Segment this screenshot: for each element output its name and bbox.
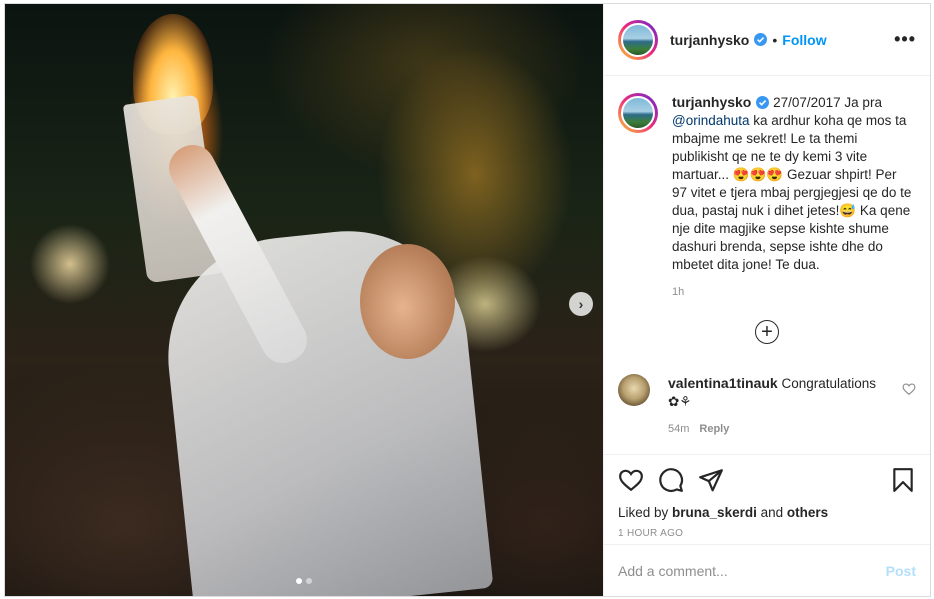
comments-section[interactable]: turjanhysko 27/07/2017 Ja pra @orindahut… [604,77,930,454]
post-comment-button[interactable]: Post [886,563,916,579]
post-timestamp[interactable]: 1 HOUR AGO [618,528,916,539]
post-header: turjanhysko • Follow ••• [604,4,930,76]
carousel-dot [306,578,312,584]
caption-body: ka ardhur koha qe mos ta mbajme me sekre… [672,113,912,272]
carousel-next-button[interactable]: › [569,292,593,316]
more-options-icon[interactable]: ••• [894,30,916,48]
carousel-dot-active [296,578,302,584]
comment-item: valentina1tinauk Congratulations ✿⚘ [618,374,916,411]
caption-avatar-image [621,96,655,130]
caption-username[interactable]: turjanhysko [672,94,751,110]
action-icons [618,465,916,495]
follow-button[interactable]: Follow [782,32,826,48]
caption-avatar[interactable] [618,93,658,133]
post-sidebar: turjanhysko • Follow ••• turjanhysko 27/… [603,4,930,596]
heart-icon[interactable] [618,467,644,493]
author-avatar[interactable] [618,19,658,60]
caption-age: 1h [672,286,685,298]
header-separator: • [772,31,778,48]
post-actions: Liked by bruna_skerdi and others 1 HOUR … [604,454,930,539]
photo-head [360,244,455,359]
caption-text: turjanhysko 27/07/2017 Ja pra @orindahut… [672,93,912,274]
author-avatar-image [621,22,655,57]
post-photo[interactable]: › [5,4,603,596]
liked-by: Liked by bruna_skerdi and others [618,505,916,520]
bookmark-icon[interactable] [890,467,916,493]
caption-lead: 27/07/2017 Ja pra [769,95,882,110]
instagram-post: › turjanhysko • Follow ••• turjanhysko 2… [4,3,931,597]
share-icon[interactable] [698,467,724,493]
verified-badge-icon [756,96,770,109]
comment-age: 54m [668,423,690,435]
liked-by-user-link[interactable]: bruna_skerdi [672,505,757,520]
load-more-comments-button[interactable]: + [755,320,779,344]
verified-badge-icon [754,33,768,46]
comment-text: valentina1tinauk Congratulations ✿⚘ [668,374,878,411]
commenter-avatar[interactable] [618,374,650,406]
add-comment-bar: Post [604,544,930,596]
comment-icon[interactable] [658,467,684,493]
post-caption: turjanhysko 27/07/2017 Ja pra @orindahut… [618,93,916,274]
liked-by-and: and [756,505,787,520]
commenter-username[interactable]: valentina1tinauk [668,375,778,391]
author-username[interactable]: turjanhysko [670,32,749,48]
carousel-indicator [5,578,603,584]
caption-mention-link[interactable]: @orindahuta [672,113,750,128]
comment-like-heart-icon[interactable] [902,382,916,396]
comment-meta: 54m Reply [668,423,916,435]
comment-reply-button[interactable]: Reply [699,423,729,435]
liked-by-others-link[interactable]: others [787,505,828,520]
liked-by-prefix: Liked by [618,505,673,520]
add-comment-input[interactable] [618,562,886,579]
